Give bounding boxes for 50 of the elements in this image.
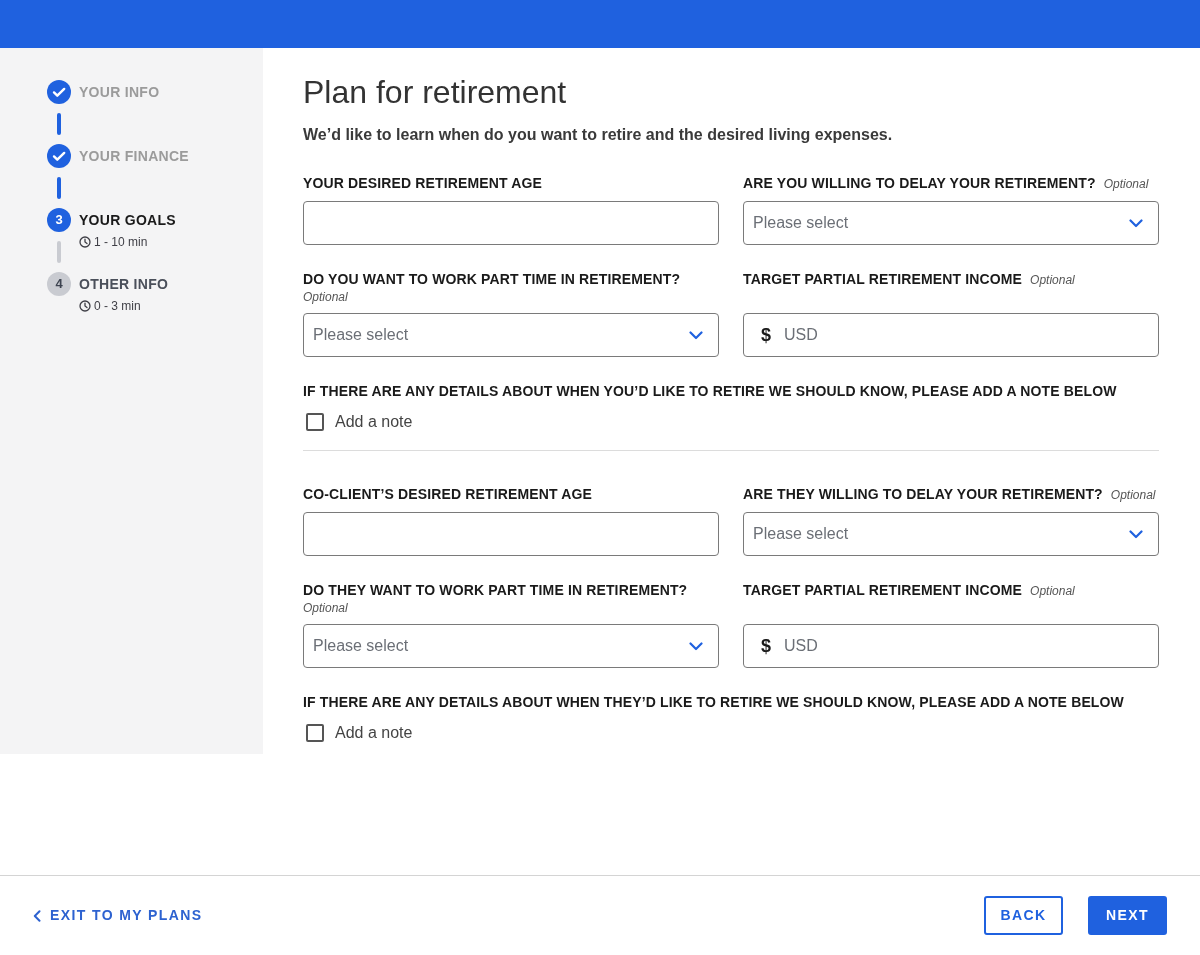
currency-symbol: $ (761, 323, 771, 347)
checkbox-label[interactable]: Add a note (335, 722, 413, 744)
back-button[interactable]: BACK (984, 896, 1063, 935)
optional-hint: Optional (1030, 272, 1075, 288)
select-field[interactable]: Please select (303, 313, 719, 357)
text-input[interactable] (303, 201, 719, 245)
chevron-left-icon (33, 909, 41, 922)
field-label: ARE YOU WILLING TO DELAY YOUR RETIREMENT? (743, 174, 1096, 193)
step-duration: 1 - 10 min (94, 234, 148, 251)
chevron-down-icon (1129, 529, 1143, 539)
checkbox-label[interactable]: Add a note (335, 411, 413, 433)
optional-hint: Optional (1030, 583, 1075, 599)
step-label: OTHER INFO (79, 275, 169, 294)
select-field[interactable]: Please select (743, 512, 1159, 556)
chevron-down-icon (1129, 218, 1143, 228)
step-label: YOUR INFO (79, 83, 160, 102)
checkbox[interactable] (306, 413, 324, 431)
clock-icon (79, 236, 91, 248)
field-label: TARGET PARTIAL RETIREMENT INCOME (743, 270, 1023, 289)
step-duration: 0 - 3 min (94, 298, 141, 315)
select-field[interactable]: Please select (303, 624, 719, 668)
currency-symbol: $ (761, 634, 771, 658)
field-label: TARGET PARTIAL RETIREMENT INCOME (743, 581, 1023, 600)
checkbox[interactable] (306, 724, 324, 742)
step-number: 3 (47, 208, 71, 232)
note-label: IF THERE ARE ANY DETAILS ABOUT WHEN THEY’D LIKE TO RETIRE WE SHOULD KNOW, PLEASE ADD A NOTE BELOW (303, 693, 1125, 712)
field-label: CO-CLIENT’S DESIRED RETIREMENT AGE (303, 485, 592, 504)
field-label: DO THEY WANT TO WORK PART TIME IN RETIREMENT? (303, 581, 688, 600)
select-field[interactable]: Please select (743, 201, 1159, 245)
next-button[interactable]: NEXT (1088, 896, 1167, 935)
chevron-down-icon (689, 330, 703, 340)
page-title: Plan for retirement (303, 73, 568, 112)
field-label: ARE THEY WILLING TO DELAY YOUR RETIREMENT? (743, 485, 1103, 504)
step-number: 4 (47, 272, 71, 296)
clock-icon (79, 300, 91, 312)
optional-hint: Optional (303, 600, 348, 616)
text-input[interactable] (303, 512, 719, 556)
page-subtitle: We’d like to learn when do you want to retire and the desired living expenses. (303, 125, 894, 145)
optional-hint: Optional (303, 289, 348, 305)
note-label: IF THERE ARE ANY DETAILS ABOUT WHEN YOU’D LIKE TO RETIRE WE SHOULD KNOW, PLEASE ADD A NOTE BELOW (303, 382, 1118, 401)
currency-field[interactable]: $ USD (743, 313, 1159, 357)
field-label: YOUR DESIRED RETIREMENT AGE (303, 174, 542, 193)
currency-field[interactable]: $ USD (743, 624, 1159, 668)
optional-hint: Optional (1103, 176, 1149, 192)
exit-link[interactable]: EXIT TO MY PLANS (33, 905, 203, 926)
chevron-down-icon (689, 641, 703, 651)
optional-hint: Optional (1110, 487, 1156, 503)
step-label: YOUR GOALS (79, 211, 176, 230)
field-label: DO YOU WANT TO WORK PART TIME IN RETIREMENT? (303, 270, 681, 289)
step-label: YOUR FINANCE (79, 147, 189, 166)
